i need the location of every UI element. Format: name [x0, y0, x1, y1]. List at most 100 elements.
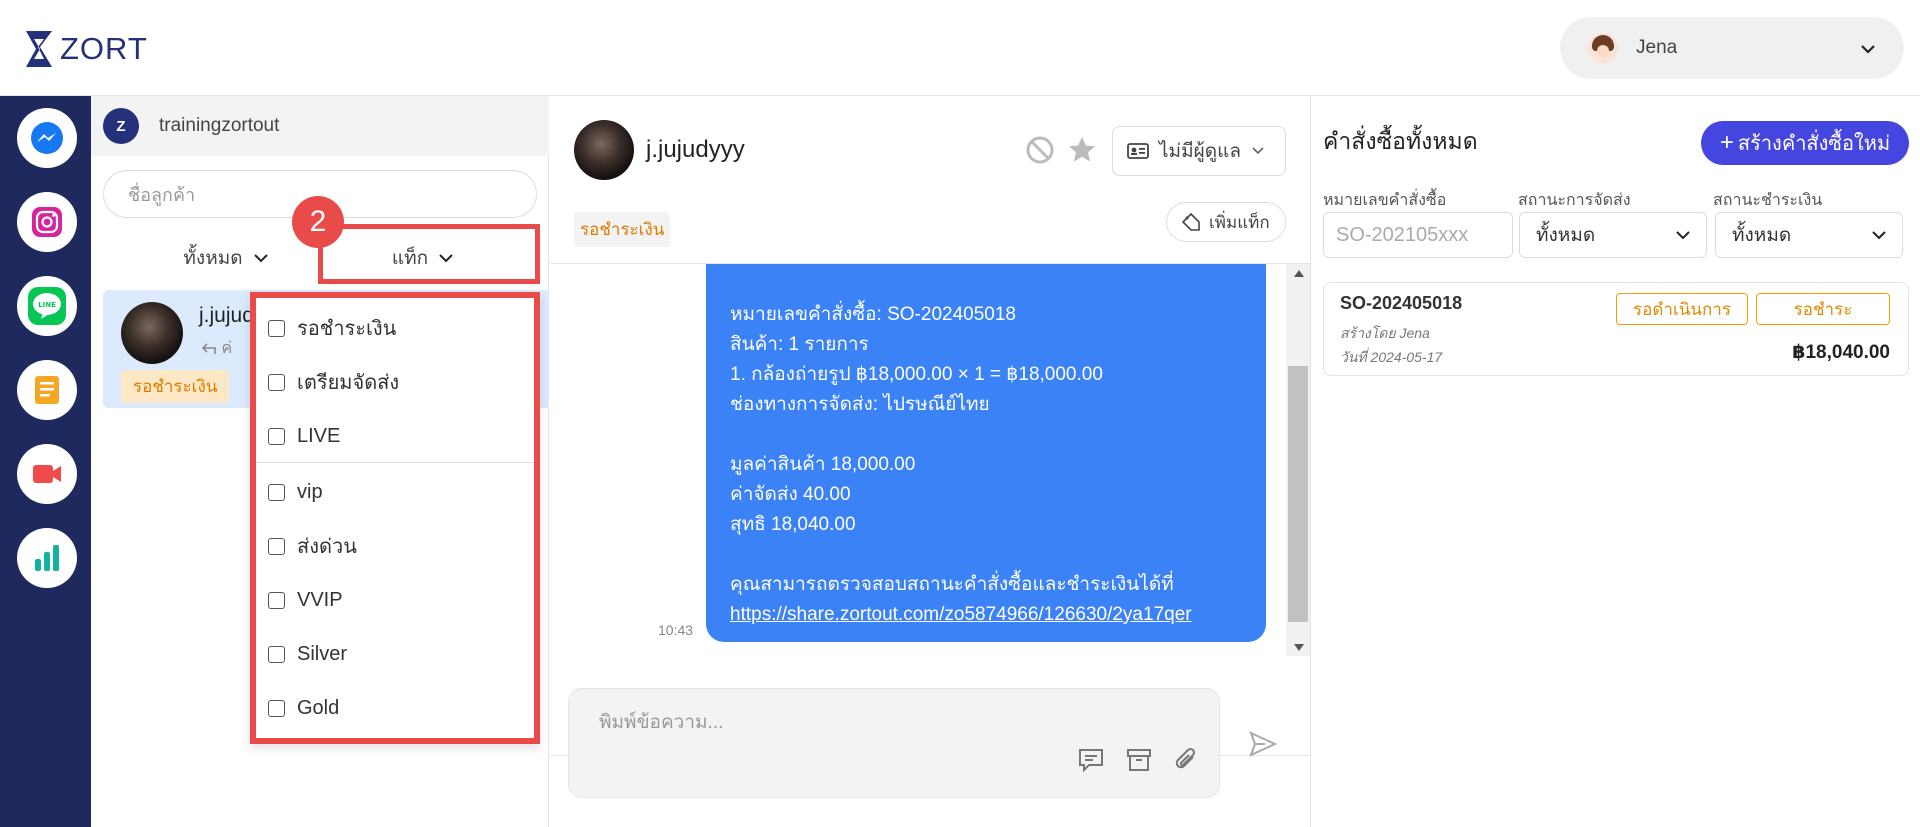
tag-option[interactable]: รอชำระเงิน — [256, 302, 534, 354]
tag-option-label: vip — [297, 480, 323, 503]
tag-filter-highlight — [318, 224, 540, 284]
divider — [256, 462, 534, 463]
filter-all-label: ทั้งหมด — [183, 248, 243, 269]
assignee-label: ไม่มีผู้ดูแล — [1159, 141, 1241, 162]
order-date: วันที่ 2024-05-17 — [1340, 349, 1443, 365]
notes-icon — [35, 376, 59, 404]
channel-rail: LINE — [0, 96, 91, 827]
tag-dropdown-menu: รอชำระเงิน เตรียมจัดส่ง LIVE vip ส่งด่วน… — [250, 292, 540, 744]
chevron-down-icon — [1861, 45, 1875, 54]
checkbox[interactable] — [268, 483, 285, 501]
checkbox[interactable] — [268, 699, 285, 717]
checkbox[interactable] — [268, 373, 285, 391]
star-icon[interactable] — [1066, 134, 1098, 166]
order-link[interactable]: https://share.zortout.com/zo5874966/1266… — [730, 600, 1266, 630]
scroll-thumb[interactable] — [1288, 366, 1308, 622]
message-composer[interactable]: พิมพ์ข้อความ... — [568, 688, 1220, 798]
scrollbar[interactable] — [1286, 264, 1310, 656]
reply-icon — [201, 343, 216, 354]
tag-option[interactable]: vip — [256, 466, 534, 518]
svg-text:LINE: LINE — [38, 301, 56, 309]
contact-name: j.jujudyyy — [646, 136, 745, 163]
shop-name: trainingzortout — [159, 115, 280, 136]
checkbox[interactable] — [268, 537, 285, 555]
tag-option[interactable]: Silver — [256, 628, 534, 680]
tag-option-label: ส่งด่วน — [297, 536, 357, 558]
order-card[interactable]: SO-202405018 สร้างโดย Jena วันที่ 2024-0… — [1323, 282, 1909, 376]
filter-all-dropdown[interactable]: ทั้งหมด — [141, 236, 311, 280]
top-bar: ZORT Jena — [0, 0, 1920, 96]
create-order-button[interactable]: + สร้างคำสั่งซื้อใหม่ — [1701, 121, 1909, 165]
archive-icon[interactable] — [1125, 747, 1153, 773]
conversation-tag: รอชำระเงิน — [121, 370, 230, 403]
message-line: หมายเลขคำสั่งซื้อ: SO-202405018 — [730, 304, 1016, 325]
tag-option-label: เตรียมจัดส่ง — [297, 372, 400, 394]
tag-option[interactable]: LIVE — [256, 410, 534, 462]
notes-button[interactable] — [17, 360, 77, 420]
messenger-button[interactable] — [17, 108, 77, 168]
order-created-by: สร้างโดย Jena — [1340, 325, 1430, 341]
quick-reply-icon[interactable] — [1077, 747, 1105, 773]
tag-option-label: LIVE — [297, 424, 341, 447]
user-menu[interactable]: Jena — [1560, 17, 1904, 79]
checkbox[interactable] — [268, 427, 285, 445]
chat-tag: รอชำระเงิน — [574, 212, 671, 247]
logo-text: ZORT — [60, 31, 148, 66]
tag-icon — [1181, 212, 1200, 231]
tag-option-label: Gold — [297, 696, 340, 719]
analytics-button[interactable] — [17, 528, 77, 588]
order-number-label: หมายเลขคำสั่งซื้อ — [1323, 192, 1447, 209]
tag-option[interactable]: เตรียมจัดส่ง — [256, 356, 534, 408]
chevron-down-icon — [1872, 231, 1886, 240]
avatar[interactable] — [574, 120, 634, 180]
chevron-down-icon — [1252, 147, 1264, 155]
avatar — [121, 302, 183, 364]
message-line: คุณสามารถตรวจสอบสถานะคำสั่งซื้อและชำระเง… — [730, 574, 1174, 595]
conversation-preview-text: ค่ — [221, 340, 233, 357]
add-tag-button[interactable]: เพิ่มแท็ก — [1166, 202, 1286, 242]
order-number-input[interactable]: SO-202105xxx — [1323, 212, 1513, 258]
scroll-up-arrow[interactable] — [1294, 270, 1304, 277]
add-tag-label: เพิ่มแท็ก — [1209, 212, 1270, 232]
zort-logo-icon — [26, 31, 52, 67]
paperclip-icon[interactable] — [1173, 747, 1201, 773]
status-badge: รอชำระ — [1756, 293, 1890, 325]
step-badge: 2 — [292, 196, 344, 248]
plus-icon: + — [1719, 129, 1734, 156]
message-bubble: หมายเลขคำสั่งซื้อ: SO-202405018 สินค้า: … — [706, 264, 1266, 642]
tag-option[interactable]: ส่งด่วน — [256, 520, 534, 572]
assignee-dropdown[interactable]: ไม่มีผู้ดูแล — [1112, 126, 1286, 176]
message-input[interactable]: พิมพ์ข้อความ... — [599, 707, 723, 737]
send-icon[interactable] — [1248, 730, 1278, 758]
shipping-status-label: สถานะการจัดส่ง — [1518, 192, 1631, 209]
tag-option[interactable]: VVIP — [256, 574, 534, 626]
block-icon[interactable] — [1024, 134, 1056, 166]
orders-title: คำสั่งซื้อทั้งหมด — [1323, 128, 1478, 154]
video-button[interactable] — [17, 444, 77, 504]
status-badge: รอดำเนินการ — [1616, 293, 1748, 325]
order-amount: ฿18,040.00 — [1792, 342, 1890, 363]
shipping-status-value: ทั้งหมด — [1536, 225, 1596, 246]
instagram-button[interactable] — [17, 192, 77, 252]
line-icon: LINE — [28, 287, 66, 325]
payment-status-select[interactable]: ทั้งหมด — [1715, 212, 1903, 258]
scroll-down-arrow[interactable] — [1294, 644, 1304, 651]
checkbox[interactable] — [268, 645, 285, 663]
chat-messages: หมายเลขคำสั่งซื้อ: SO-202405018 สินค้า: … — [550, 264, 1310, 756]
message-line: มูลค่าสินค้า 18,000.00 — [730, 454, 916, 475]
message-line: สินค้า: 1 รายการ — [730, 334, 869, 355]
line-button[interactable]: LINE — [17, 276, 77, 336]
checkbox[interactable] — [268, 591, 285, 609]
tag-option-label: Silver — [297, 642, 348, 665]
tag-option[interactable]: Gold — [256, 682, 534, 734]
checkbox[interactable] — [268, 319, 285, 337]
message-line: ค่าจัดส่ง 40.00 — [730, 484, 851, 505]
zort-logo[interactable]: ZORT — [24, 29, 148, 69]
shipping-status-select[interactable]: ทั้งหมด — [1519, 212, 1707, 258]
id-card-icon — [1127, 143, 1149, 159]
avatar — [1588, 33, 1618, 63]
shop-header: Z trainingzortout — [91, 96, 549, 156]
orders-panel: คำสั่งซื้อทั้งหมด + สร้างคำสั่งซื้อใหม่ … — [1310, 96, 1920, 827]
chevron-down-icon — [253, 254, 268, 263]
tag-option-label: รอชำระเงิน — [297, 318, 397, 340]
